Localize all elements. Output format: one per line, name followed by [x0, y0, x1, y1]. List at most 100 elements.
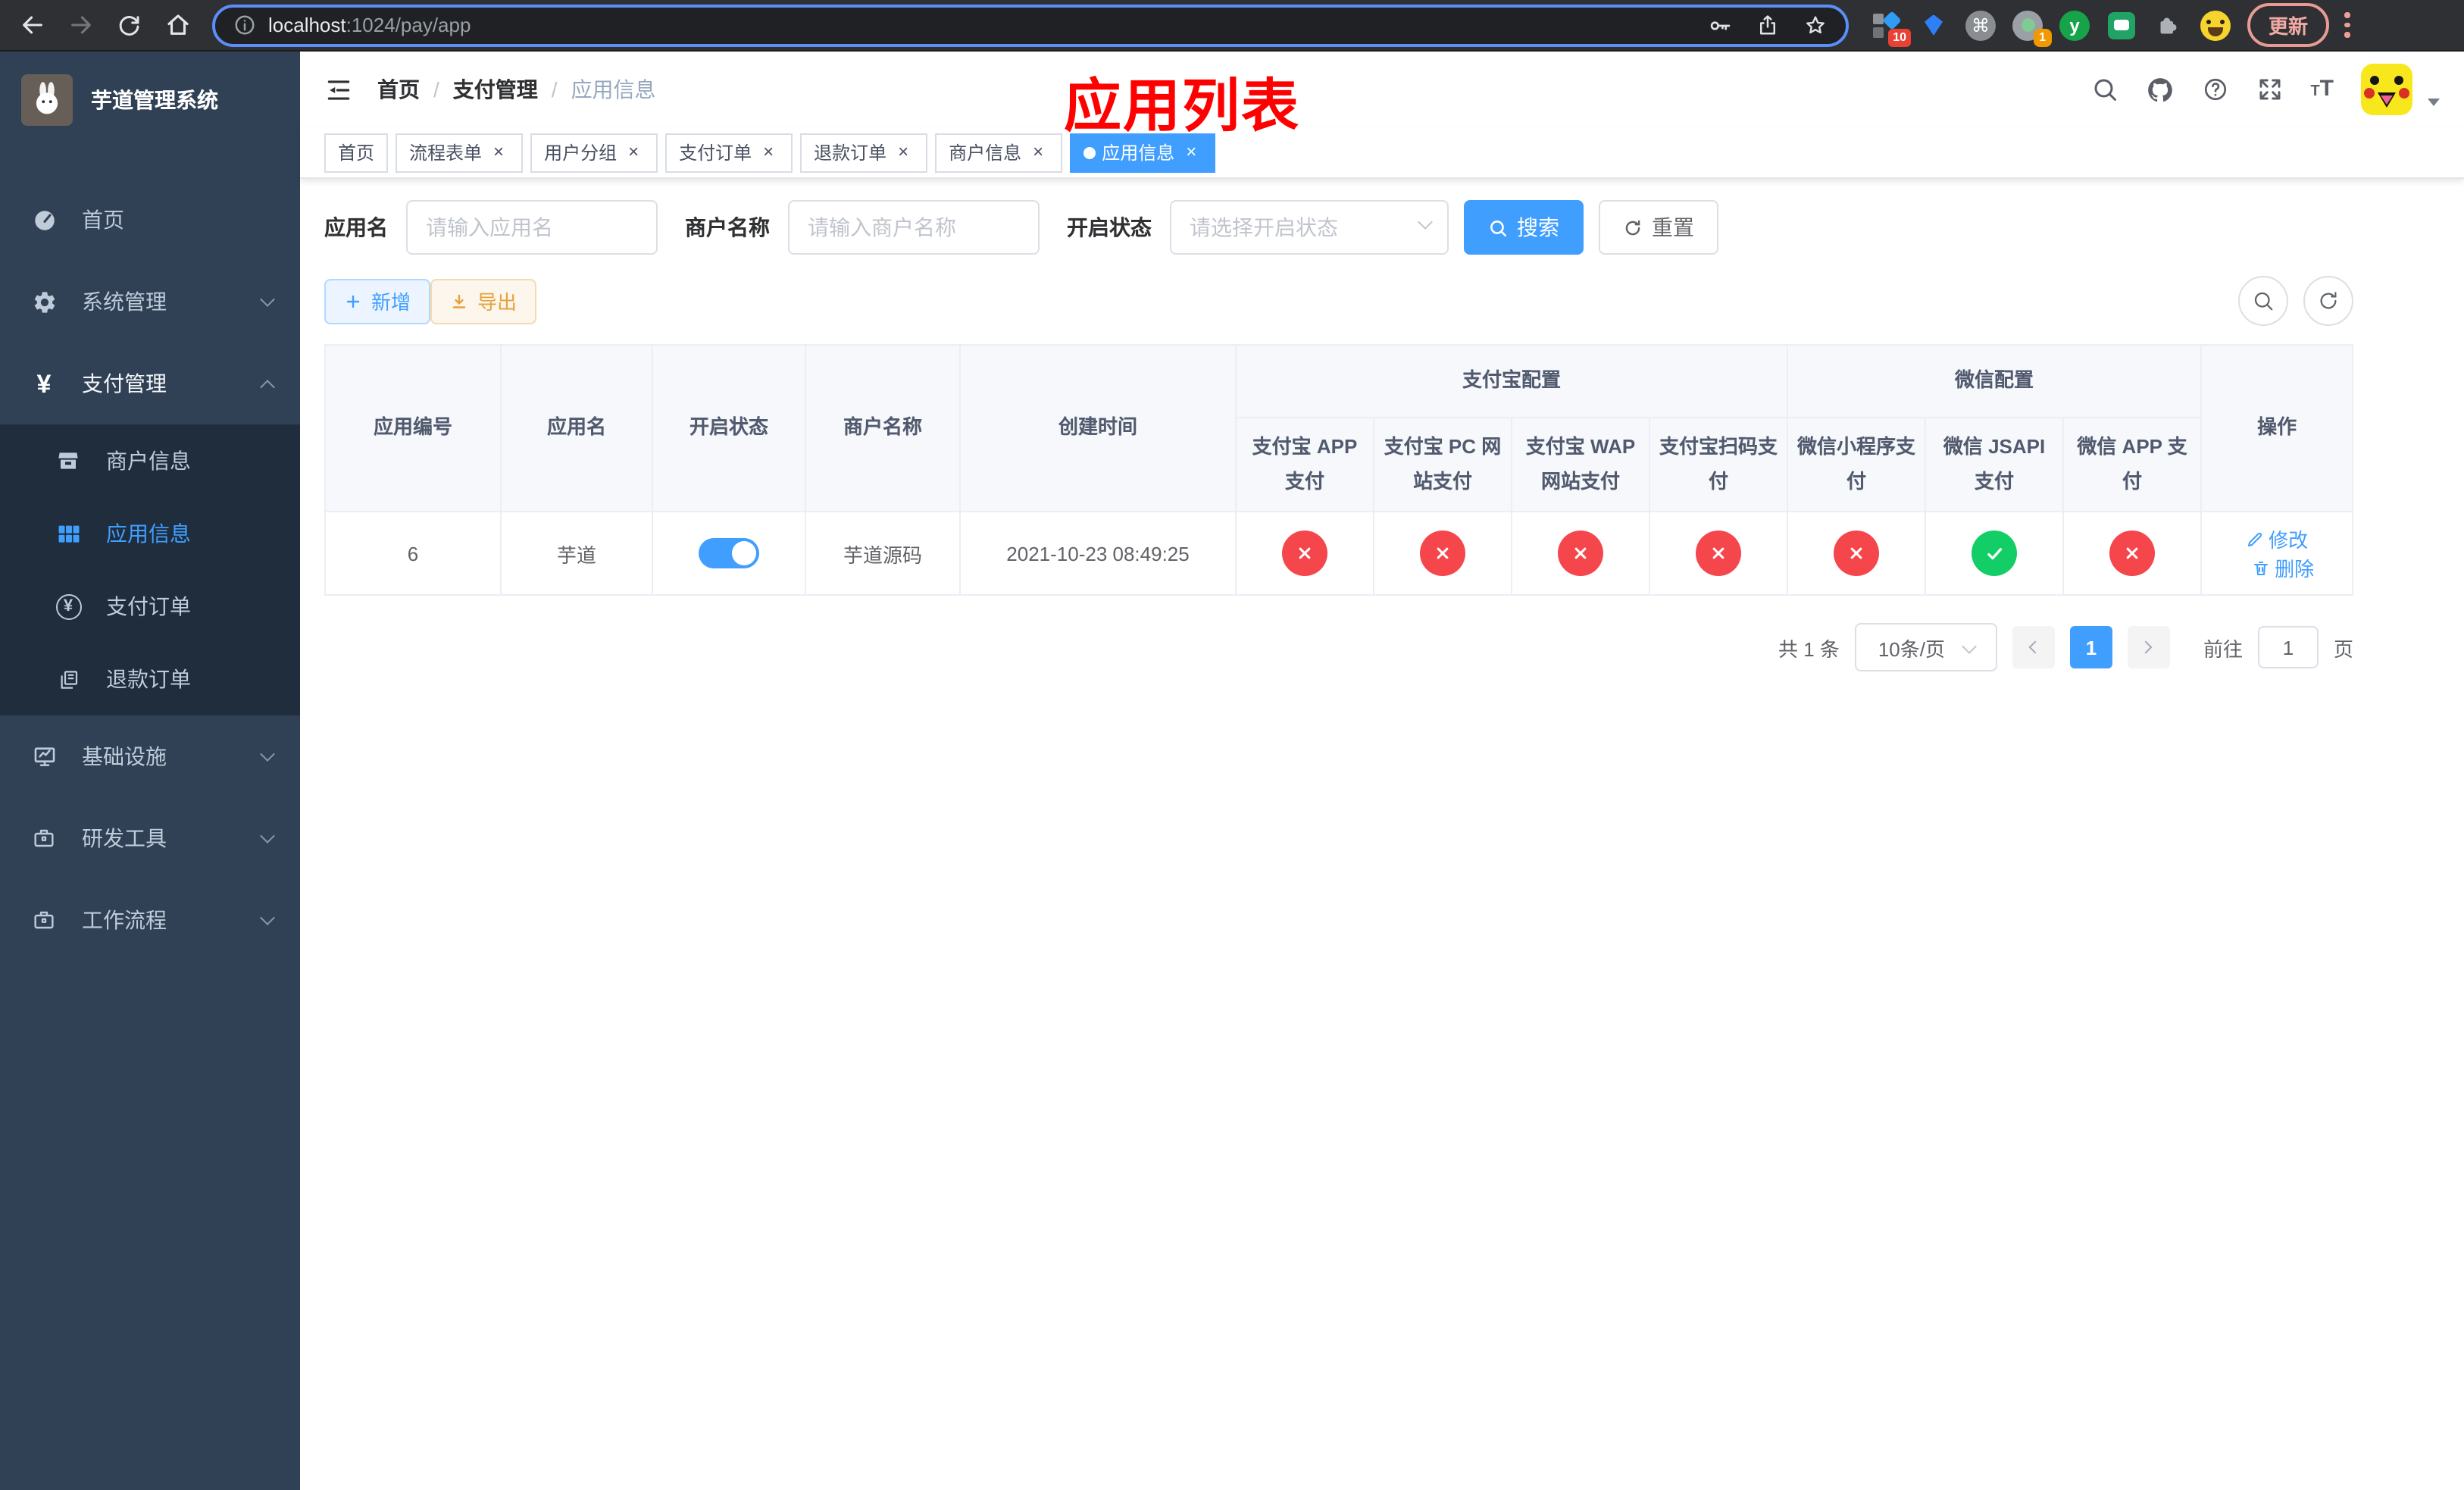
- cell-created-time: 2021-10-23 08:49:25: [959, 511, 1237, 596]
- status-select-input[interactable]: [1170, 200, 1449, 255]
- pen-icon: [2248, 531, 2262, 546]
- merchant-name-input[interactable]: [788, 200, 1040, 255]
- chevron-up-icon: [260, 379, 275, 394]
- extensions-puzzle-icon[interactable]: [2152, 8, 2185, 42]
- tab-close-icon[interactable]: ×: [623, 141, 644, 163]
- extension-blocks-icon[interactable]: 10: [1870, 8, 1911, 46]
- search-icon[interactable]: [2090, 76, 2118, 103]
- breadcrumb-home[interactable]: 首页: [377, 74, 420, 105]
- sidebar-item-app-info[interactable]: 应用信息: [0, 497, 300, 570]
- sidebar-item-merchant-info[interactable]: 商户信息: [0, 424, 300, 497]
- extension-chat-icon[interactable]: [2105, 8, 2138, 42]
- sidebar-item-workflow[interactable]: 工作流程: [0, 879, 300, 961]
- tab-user-group[interactable]: 用户分组 ×: [530, 133, 658, 172]
- fullscreen-icon[interactable]: [2256, 76, 2283, 103]
- sidebar-item-system[interactable]: 系统管理: [0, 261, 300, 343]
- tab-close-icon[interactable]: ×: [488, 141, 509, 163]
- tab-close-icon[interactable]: ×: [1027, 141, 1049, 163]
- sidebar-item-dev-tools[interactable]: 研发工具: [0, 797, 300, 879]
- extension-record-icon[interactable]: 1: [2011, 8, 2052, 46]
- show-search-button[interactable]: [2238, 276, 2288, 326]
- home-icon: [167, 14, 188, 35]
- search-button[interactable]: 搜索: [1464, 200, 1584, 255]
- prev-page-button[interactable]: [2012, 626, 2055, 668]
- site-info-icon[interactable]: [233, 14, 256, 36]
- sidebar-item-pay-order[interactable]: ¥ 支付订单: [0, 570, 300, 643]
- sidebar: 芋道管理系统 首页 系统管理 ¥ 支付管理 商户信息 应用信息 ¥ 支付订单 退…: [0, 52, 300, 1490]
- sidebar-item-pay[interactable]: ¥ 支付管理: [0, 343, 300, 424]
- breadcrumb-current: 应用信息: [571, 77, 656, 102]
- extension-gem-icon[interactable]: [1917, 8, 1950, 42]
- column-header-status: 开启状态: [652, 344, 806, 512]
- main-area: 首页 / 支付管理 / 应用信息 应用列表 TT 首页 流程表单 × 用户分组 …: [300, 52, 2464, 1490]
- column-header-alipay-app: 支付宝 APP 支付: [1235, 417, 1374, 512]
- refresh-table-button[interactable]: [2303, 276, 2353, 326]
- search-icon: [2254, 292, 2273, 311]
- tab-close-icon[interactable]: ×: [1180, 141, 1202, 163]
- tab-pay-order[interactable]: 支付订单 ×: [665, 133, 793, 172]
- status-select[interactable]: [1170, 200, 1449, 255]
- pagination-total: 共 1 条: [1778, 637, 1840, 660]
- browser-reload-button[interactable]: [109, 5, 149, 45]
- add-button[interactable]: 新增: [324, 278, 431, 324]
- forward-arrow-icon: [70, 16, 90, 34]
- tab-refund-order[interactable]: 退款订单 ×: [800, 133, 928, 172]
- browser-menu-icon[interactable]: [2344, 12, 2350, 38]
- goto-page-input[interactable]: [2257, 626, 2319, 668]
- extension-badge: 10: [1888, 28, 1911, 46]
- tab-close-icon[interactable]: ×: [758, 141, 779, 163]
- column-header-name: 应用名: [500, 344, 653, 512]
- sidebar-item-infra[interactable]: 基础设施: [0, 715, 300, 797]
- url-path: :1024/pay/app: [346, 14, 471, 36]
- browser-update-button[interactable]: 更新: [2247, 3, 2330, 47]
- browser-back-button[interactable]: [12, 5, 52, 45]
- next-page-button[interactable]: [2127, 626, 2170, 668]
- chevron-right-icon: [2140, 640, 2153, 654]
- password-key-icon[interactable]: [1708, 13, 1732, 37]
- breadcrumb-separator: /: [551, 77, 558, 102]
- chevron-down-icon: [1961, 638, 1976, 653]
- breadcrumb-pay[interactable]: 支付管理: [453, 74, 538, 105]
- column-group-alipay: 支付宝配置: [1234, 344, 1789, 418]
- page-number-button[interactable]: 1: [2069, 626, 2112, 668]
- tab-app-info[interactable]: 应用信息 ×: [1070, 133, 1216, 172]
- export-button[interactable]: 导出: [430, 278, 537, 324]
- extension-y-icon[interactable]: y: [2058, 8, 2091, 42]
- app-name-input[interactable]: [406, 200, 658, 255]
- extension-badge: 1: [2033, 28, 2052, 46]
- help-icon[interactable]: [2201, 76, 2228, 103]
- avatar-dropdown-caret[interactable]: [2428, 98, 2440, 105]
- tab-close-icon[interactable]: ×: [893, 141, 914, 163]
- extension-command-icon[interactable]: ⌘: [1964, 8, 1997, 42]
- browser-home-button[interactable]: [158, 5, 197, 45]
- grid-icon: [52, 521, 85, 546]
- address-bar[interactable]: localhost:1024/pay/app: [212, 4, 1849, 46]
- filter-form: 应用名 商户名称 开启状态 搜索: [324, 200, 2353, 255]
- sidebar-item-home[interactable]: 首页: [0, 179, 300, 261]
- app-frame: 芋道管理系统 首页 系统管理 ¥ 支付管理 商户信息 应用信息 ¥ 支付订单 退…: [0, 52, 2464, 1490]
- delete-link[interactable]: 删除: [2252, 553, 2314, 582]
- tab-process-form[interactable]: 流程表单 ×: [396, 133, 524, 172]
- page-content: 应用名 商户名称 开启状态 搜索: [324, 179, 2354, 671]
- edit-link[interactable]: 修改: [2246, 524, 2308, 553]
- column-header-wechat-jsapi: 微信 JSAPI 支付: [1925, 417, 2065, 512]
- reset-button[interactable]: 重置: [1599, 200, 1718, 255]
- browser-forward-button[interactable]: [61, 5, 100, 45]
- tab-home[interactable]: 首页: [324, 133, 389, 172]
- reset-button-label: 重置: [1652, 215, 1694, 239]
- status-toggle[interactable]: [699, 538, 759, 568]
- font-size-icon[interactable]: TT: [2310, 76, 2334, 103]
- bookmark-star-icon[interactable]: [1803, 13, 1828, 37]
- github-icon[interactable]: [2145, 75, 2174, 104]
- sidebar-item-refund-order[interactable]: 退款订单: [0, 643, 300, 715]
- sidebar-menu: 首页 系统管理 ¥ 支付管理 商户信息 应用信息 ¥ 支付订单 退款订单 基础设…: [0, 149, 300, 961]
- sidebar-logo[interactable]: 芋道管理系统: [0, 52, 300, 149]
- profile-avatar-icon[interactable]: [2199, 8, 2232, 42]
- column-header-alipay-pc: 支付宝 PC 网站支付: [1373, 417, 1512, 512]
- user-avatar[interactable]: [2361, 64, 2412, 115]
- share-icon[interactable]: [1756, 14, 1779, 36]
- page-size-select[interactable]: 10条/页: [1854, 623, 1997, 671]
- sidebar-collapse-icon[interactable]: [324, 75, 353, 104]
- tab-merchant-info[interactable]: 商户信息 ×: [935, 133, 1063, 172]
- refresh-icon: [2320, 292, 2337, 309]
